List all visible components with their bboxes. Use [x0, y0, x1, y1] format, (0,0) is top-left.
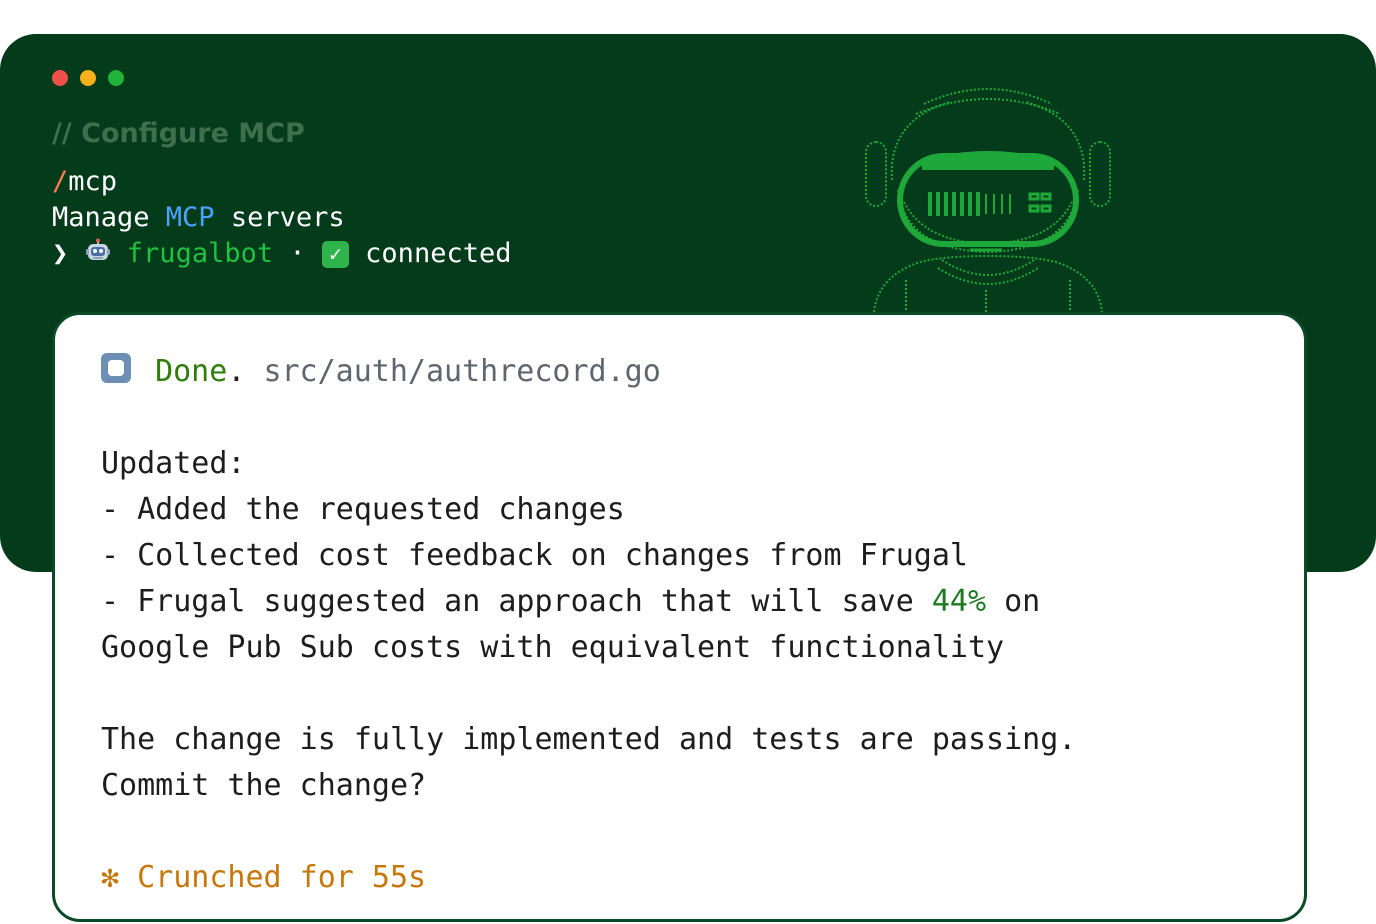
- command-name: mcp: [68, 166, 118, 197]
- commit-question: Commit the change?: [101, 768, 427, 803]
- savings-percent: 44%: [931, 584, 987, 619]
- summary-line: The change is fully implemented and test…: [101, 722, 1077, 757]
- robot-icon: [85, 238, 110, 260]
- description-prefix: Manage: [52, 202, 166, 233]
- server-name: frugalbot: [126, 238, 274, 269]
- bullet-text: - Frugal suggested an approach that will…: [101, 584, 932, 619]
- status-text: Crunched for 55s: [137, 860, 427, 895]
- file-path[interactable]: src/auth/authrecord.go: [263, 354, 660, 389]
- description-suffix: servers: [214, 202, 345, 233]
- description-mcp: MCP: [165, 202, 215, 233]
- spinner-icon: ✻: [101, 860, 120, 895]
- bullet-item: - Collected cost feedback on changes fro…: [101, 538, 968, 573]
- minimize-window-button[interactable]: [80, 70, 96, 86]
- bullet-item: - Added the requested changes: [101, 492, 625, 527]
- separator-dot: ·: [289, 238, 306, 269]
- done-label: Done: [155, 354, 228, 389]
- bullet-continuation: Google Pub Sub costs with equivalent fun…: [101, 630, 1005, 665]
- maximize-window-button[interactable]: [108, 70, 124, 86]
- command-description: Manage MCP servers: [52, 202, 345, 233]
- close-window-button[interactable]: [52, 70, 68, 86]
- code-comment: // Configure MCP: [52, 118, 305, 149]
- bullet-text-suffix: on: [986, 584, 1041, 619]
- command-slash: /: [52, 166, 69, 197]
- done-punctuation: .: [227, 354, 246, 389]
- prompt-chevron-icon: ❯: [52, 238, 69, 269]
- stop-square-icon: [101, 353, 131, 383]
- command-line: /mcp: [52, 166, 117, 197]
- server-status-text: connected: [365, 238, 512, 269]
- done-line: Done. src/auth/authrecord.go: [101, 353, 661, 391]
- window-controls: [52, 70, 124, 86]
- server-status-line[interactable]: ❯ frugalbot · ✓ connected: [52, 238, 511, 269]
- assistant-response-card: Done. src/auth/authrecord.go Updated: - …: [52, 312, 1307, 922]
- ascii-robot-illustration: [865, 88, 1111, 312]
- checkmark-icon: ✓: [321, 241, 349, 268]
- status-line: ✻ Crunched for 55s: [101, 859, 426, 897]
- updated-heading: Updated:: [101, 446, 246, 481]
- bullet-item: - Frugal suggested an approach that will…: [101, 583, 1040, 621]
